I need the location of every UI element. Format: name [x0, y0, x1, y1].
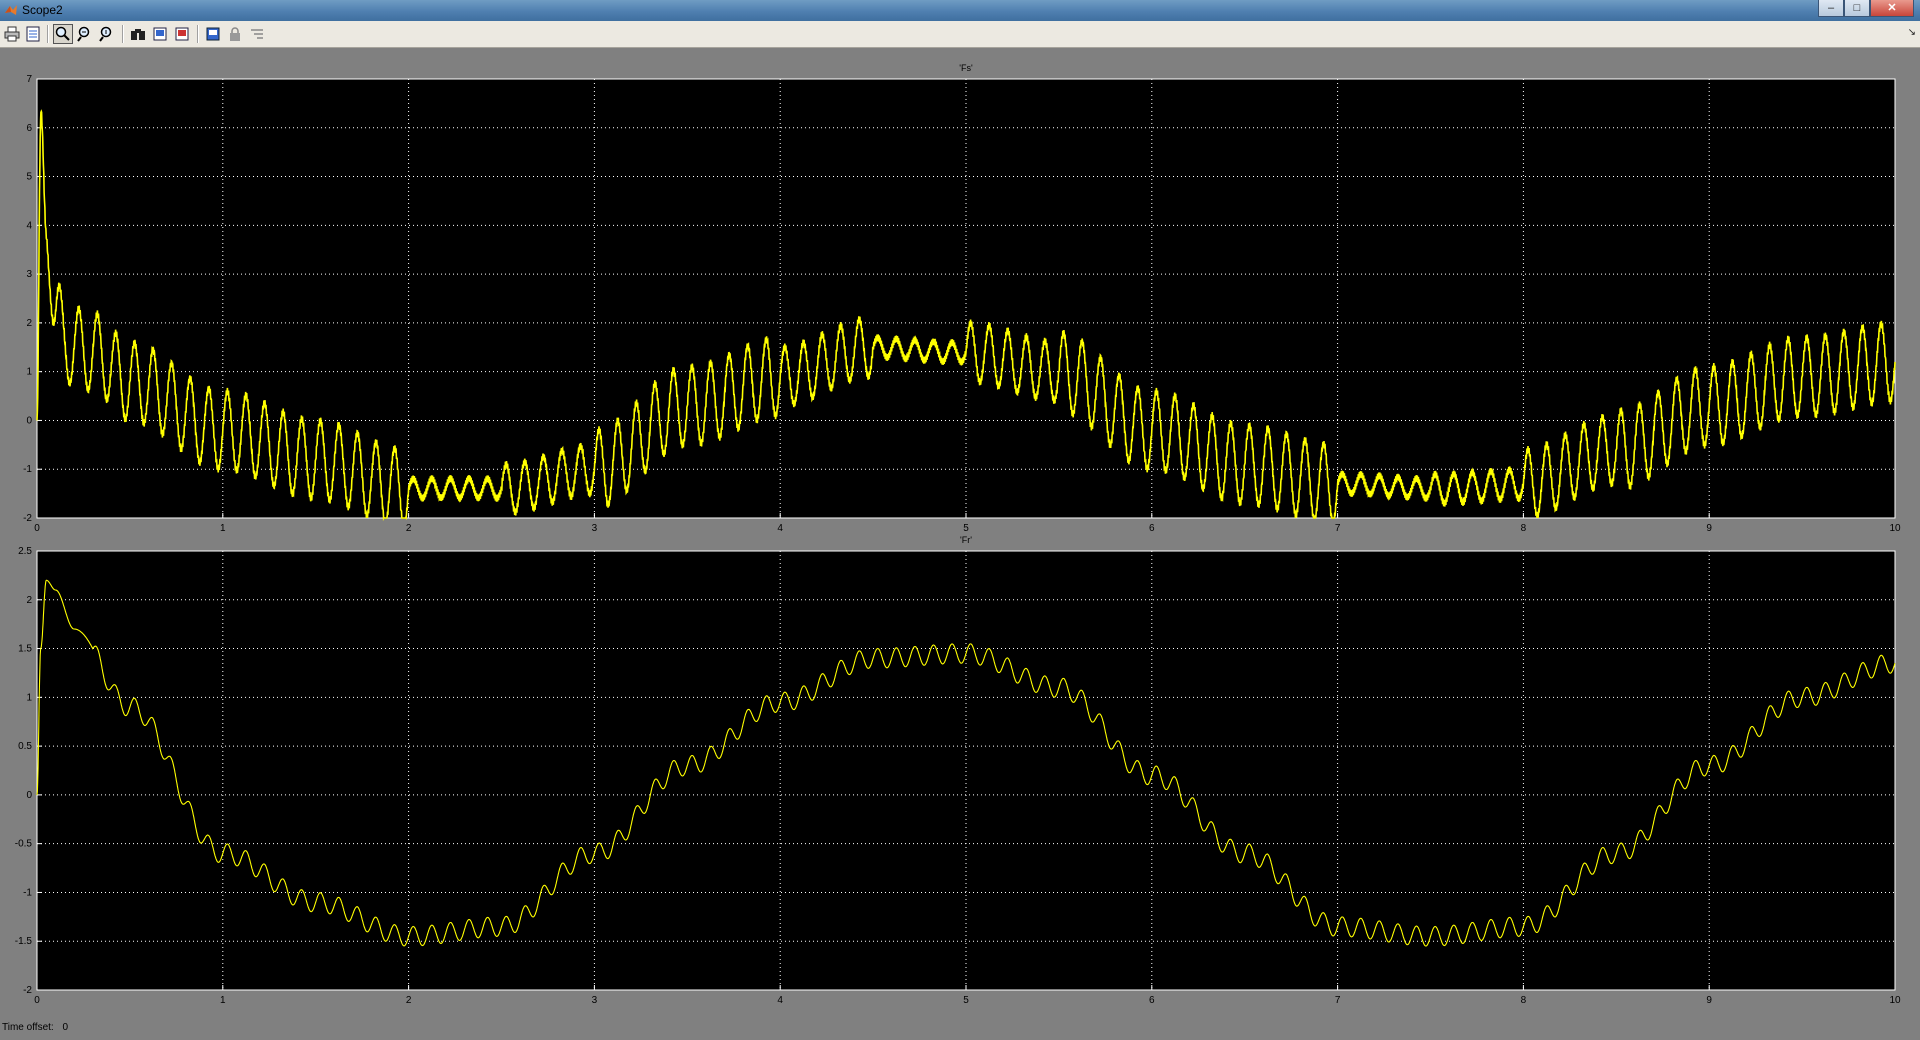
y-tick-label: 0.5 — [18, 741, 32, 752]
x-tick-label: 0 — [34, 995, 40, 1006]
x-tick-label: 6 — [1149, 523, 1155, 534]
x-tick-label: 4 — [777, 995, 783, 1006]
x-tick-label: 10 — [1889, 523, 1901, 534]
x-tick-label: 0 — [34, 523, 40, 534]
y-tick-label: -2 — [23, 985, 32, 996]
y-tick-label: 1 — [26, 367, 32, 378]
x-tick-label: 3 — [592, 995, 598, 1006]
axes-title: 'Fs' — [959, 63, 973, 73]
y-tick-label: 6 — [26, 123, 32, 134]
y-tick-label: 0 — [26, 415, 32, 426]
scope-axes-2: 'Fr' 0 1 2 3 4 5 6 7 8 9 10 -2 -1.5 -1 -0.5 0 0.5 1 1.5 2 2.5 — [15, 535, 1901, 1006]
y-tick-label: -1 — [23, 887, 32, 898]
x-tick-label: 6 — [1149, 995, 1155, 1006]
y-tick-label: 0 — [26, 790, 32, 801]
time-offset-readout: Time offset: 0 — [2, 1022, 68, 1033]
x-tick-label: 7 — [1335, 523, 1341, 534]
y-tick-label: 2 — [26, 595, 32, 606]
y-tick-label: 4 — [26, 220, 32, 231]
time-offset-label: Time offset: — [2, 1022, 54, 1033]
x-tick-label: 8 — [1521, 523, 1527, 534]
x-tick-label: 5 — [963, 523, 969, 534]
x-tick-label: 8 — [1521, 995, 1527, 1006]
y-tick-label: -2 — [23, 513, 32, 524]
x-tick-label: 2 — [406, 523, 412, 534]
x-tick-label: 7 — [1335, 995, 1341, 1006]
y-tick-label: 5 — [26, 172, 32, 183]
y-tick-label: 2 — [26, 318, 32, 329]
x-tick-label: 10 — [1889, 995, 1901, 1006]
y-tick-label: 1 — [26, 692, 32, 703]
y-tick-label: 1.5 — [18, 644, 32, 655]
x-tick-label: 4 — [777, 523, 783, 534]
x-tick-label: 9 — [1706, 523, 1712, 534]
axes-title: 'Fr' — [960, 535, 972, 545]
y-tick-label: -0.5 — [15, 839, 33, 850]
plot-area[interactable] — [36, 550, 1896, 991]
x-tick-label: 3 — [592, 523, 598, 534]
x-tick-label: 2 — [406, 995, 412, 1006]
x-tick-label: 1 — [220, 523, 226, 534]
scope-plots: 'Fs'0 1 2 3 4 5 6 7 8 9 10-2-101234567'Fr'0 1 2 3 4 5 6 7… — [15, 63, 1901, 1006]
y-tick-label: 3 — [26, 269, 32, 280]
y-tick-label: 2.5 — [18, 546, 32, 557]
y-tick-label: -1.5 — [15, 936, 33, 947]
y-tick-label: -1 — [23, 464, 32, 475]
time-offset-value: 0 — [62, 1022, 69, 1033]
scope-axes-1: 'Fs' 0 1 2 3 4 5 6 7 8 9 10 -2 -1 0 1 2 3 4 5 6 7 — [23, 63, 1901, 534]
x-tick-label: 1 — [220, 995, 226, 1006]
y-tick-label: 7 — [26, 74, 32, 85]
x-tick-label: 9 — [1706, 995, 1712, 1006]
x-tick-label: 5 — [963, 995, 969, 1006]
